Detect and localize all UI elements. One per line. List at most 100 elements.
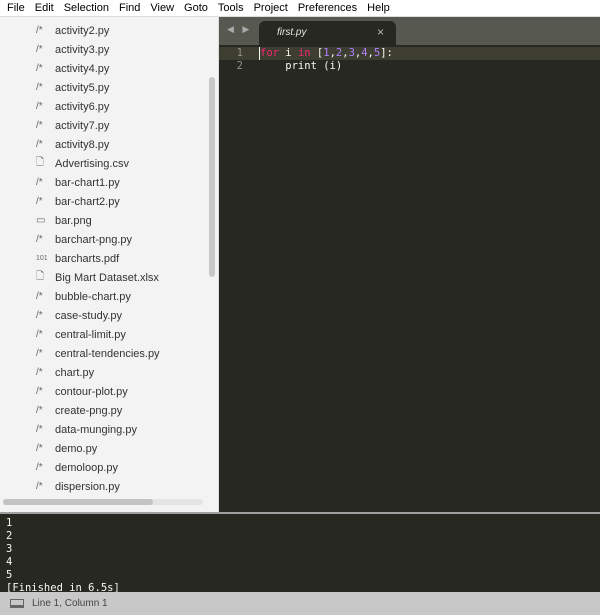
menu-goto[interactable]: Goto <box>179 2 213 14</box>
file-name: case-study.py <box>55 309 123 322</box>
file-item[interactable]: /* activity4.py <box>36 59 109 78</box>
code-file-icon: /* <box>36 25 43 36</box>
code-file-icon: /* <box>36 367 43 378</box>
code-file-icon: /* <box>36 101 43 112</box>
code-line[interactable]: 2 print (i) <box>219 60 600 73</box>
build-output-panel[interactable]: 1 2 3 4 5 [Finished in 6.5s] <box>0 512 600 594</box>
file-item[interactable]: /* barchart-png.py <box>36 230 132 249</box>
code-area[interactable]: 1 for i in [1,2,3,4,5]: 2 print (i) <box>219 47 600 73</box>
code-token: ]: <box>380 47 393 59</box>
panel-toggle-icon[interactable] <box>10 599 24 608</box>
file-name: bar-chart1.py <box>55 176 120 189</box>
output-line: 5 <box>6 569 13 581</box>
file-item[interactable]: /* chart.py <box>36 363 94 382</box>
file-name: activity6.py <box>55 100 110 113</box>
tab-bar: ◀ ▶ first.py × <box>219 17 600 45</box>
file-item[interactable]: /* bar-chart1.py <box>36 173 120 192</box>
menu-view[interactable]: View <box>145 2 179 14</box>
file-item[interactable]: /* central-limit.py <box>36 325 126 344</box>
code-line[interactable]: 1 for i in [1,2,3,4,5]: <box>219 47 600 60</box>
file-item[interactable]: 🗋 Big Mart Dataset.xlsx <box>36 268 159 287</box>
keyword: for <box>260 47 279 59</box>
code-token: [ <box>310 47 324 59</box>
menu-project[interactable]: Project <box>249 2 293 14</box>
close-tab-icon[interactable]: × <box>377 25 384 39</box>
code-file-icon: /* <box>36 310 43 321</box>
file-item[interactable]: /* create-png.py <box>36 401 122 420</box>
file-name: activity2.py <box>55 24 110 37</box>
file-item[interactable]: /* central-tendencies.py <box>36 344 160 363</box>
file-name: demo.py <box>55 442 98 455</box>
tab-title: first.py <box>277 27 307 38</box>
file-name: contour-plot.py <box>55 385 128 398</box>
status-bar: Line 1, Column 1 <box>0 592 600 615</box>
code-file-icon: /* <box>36 291 43 302</box>
number: 2 <box>335 47 343 59</box>
menu-find[interactable]: Find <box>114 2 145 14</box>
file-name: central-tendencies.py <box>55 347 160 360</box>
file-item[interactable]: /* demoloop.py <box>36 458 118 477</box>
code-file-icon: /* <box>36 462 43 473</box>
file-item[interactable]: /* activity8.py <box>36 135 109 154</box>
code-file-icon: /* <box>36 481 43 492</box>
file-name: activity3.py <box>55 43 110 56</box>
file-item[interactable]: /* demo.py <box>36 439 97 458</box>
output-line: 4 <box>6 556 13 568</box>
number: 4 <box>361 47 368 59</box>
file-name: central-limit.py <box>55 328 126 341</box>
menu-preferences[interactable]: Preferences <box>293 2 362 14</box>
file-name: bubble-chart.py <box>55 290 131 303</box>
file-item[interactable]: ▭ bar.png <box>36 211 92 230</box>
menu-edit[interactable]: Edit <box>30 2 59 14</box>
code-file-icon: /* <box>36 177 43 188</box>
file-item[interactable]: /* bar-chart2.py <box>36 192 120 211</box>
file-item[interactable]: /* activity6.py <box>36 97 109 116</box>
sidebar-file-tree: /* activity2.py /* activity3.py /* activity4.… <box>0 17 219 512</box>
tab-nav-arrows-icon[interactable]: ◀ ▶ <box>227 24 252 35</box>
file-item[interactable]: /* data-munging.py <box>36 420 137 439</box>
code-file-icon: /* <box>36 443 43 454</box>
menu-selection[interactable]: Selection <box>59 2 114 14</box>
code-token: i <box>278 47 298 59</box>
binary-file-icon: 101 <box>36 255 48 262</box>
file-item[interactable]: /* activity5.py <box>36 78 109 97</box>
file-name: chart.py <box>55 366 95 379</box>
image-file-icon: ▭ <box>36 215 46 226</box>
file-name: dispersion.py <box>55 480 120 493</box>
menu-file[interactable]: File <box>2 2 30 14</box>
menu-bar: File Edit Selection Find View Goto Tools Projec… <box>0 0 600 17</box>
text-file-icon: 🗋 <box>36 157 45 168</box>
file-item[interactable]: /* activity3.py <box>36 40 109 59</box>
code-text: for i in [1,2,3,4,5]: <box>260 47 393 59</box>
output-line: 3 <box>6 543 13 555</box>
file-name: bar-chart2.py <box>55 195 120 208</box>
file-item[interactable]: /* case-study.py <box>36 306 122 325</box>
tab-first-py[interactable]: first.py × <box>259 21 396 45</box>
file-item[interactable]: /* dispersion.py <box>36 477 120 496</box>
code-file-icon: /* <box>36 329 43 340</box>
code-file-icon: /* <box>36 386 43 397</box>
menu-tools[interactable]: Tools <box>213 2 249 14</box>
output-line: 2 <box>6 530 13 542</box>
editor-pane: ◀ ▶ first.py × 1 for i in [1,2,3,4,5]: 2… <box>219 17 600 512</box>
file-item[interactable]: /* contour-plot.py <box>36 382 128 401</box>
line-number: 1 <box>236 47 243 59</box>
file-item[interactable]: /* bubble-chart.py <box>36 287 131 306</box>
file-item[interactable]: 101 barcharts.pdf <box>36 249 119 268</box>
file-item[interactable]: /* activity2.py <box>36 21 109 40</box>
file-name: activity8.py <box>55 138 110 151</box>
file-name: activity4.py <box>55 62 110 75</box>
code-file-icon: /* <box>36 82 43 93</box>
file-item[interactable]: 🗋 Advertising.csv <box>36 154 129 173</box>
code-file-icon: /* <box>36 120 43 131</box>
number: 1 <box>323 47 330 59</box>
sidebar-vertical-scrollbar[interactable] <box>209 77 215 277</box>
keyword: in <box>297 47 311 59</box>
menu-help[interactable]: Help <box>362 2 395 14</box>
file-item[interactable]: /* activity7.py <box>36 116 109 135</box>
code-file-icon: /* <box>36 139 43 150</box>
code-file-icon: /* <box>36 44 43 55</box>
sidebar-horizontal-scrollbar[interactable] <box>3 499 153 505</box>
number: 3 <box>348 47 355 59</box>
code-file-icon: /* <box>36 405 43 416</box>
